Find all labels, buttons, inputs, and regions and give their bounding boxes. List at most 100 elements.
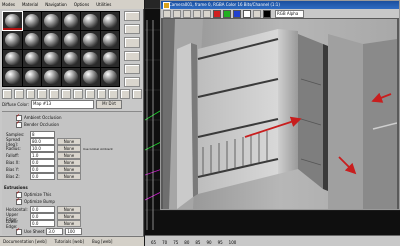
menu-utilities[interactable]: Utilities [96,2,111,7]
spread-map-button[interactable]: None [57,138,81,145]
sample-slot[interactable] [22,68,41,86]
sample-slot[interactable] [42,49,61,68]
documentation-link[interactable]: Documentation [web] [3,239,47,244]
checkbox-label: Bender Occlusion [24,122,60,127]
sample-slot[interactable] [3,68,22,86]
red-channel-toggle[interactable] [213,9,221,18]
show-map-icon[interactable] [96,89,107,99]
sample-slot[interactable] [22,49,41,68]
sample-slot[interactable] [61,30,80,49]
bias-x-map-button[interactable]: None [57,159,81,166]
material-id-icon[interactable] [84,89,95,99]
uv-tiling-icon[interactable] [124,50,140,61]
bias-x-spinner[interactable]: 0.0 [30,159,55,166]
background-swatch[interactable] [263,9,271,18]
blue-channel-toggle[interactable] [233,9,241,18]
menu-material[interactable]: Material [22,2,38,7]
falloff-spinner[interactable]: 1.0 [30,152,55,159]
sample-slot[interactable] [81,68,100,86]
radius-map-button[interactable]: None [57,145,81,152]
sample-slot[interactable] [100,49,119,68]
sample-slot[interactable] [22,30,41,49]
menu-modes[interactable]: Modes [2,2,15,7]
upper-edge-spinner[interactable]: 0.0 [30,213,55,220]
clone-icon[interactable] [183,9,191,18]
menu-options[interactable]: Options [74,2,89,7]
video-check-icon[interactable] [124,63,140,74]
put-to-scene-icon[interactable] [13,89,24,99]
print-icon[interactable] [193,9,201,18]
spinner-label: Falloff: [6,153,20,158]
timeline-tick: 75 [173,240,179,245]
go-forward-icon[interactable] [132,89,142,99]
sample-slot[interactable] [100,30,119,49]
sheet-value-spinner[interactable]: 3.0 [46,228,64,235]
get-material-icon[interactable] [2,89,12,99]
sample-slot[interactable] [81,49,100,68]
bias-z-map-button[interactable]: None [57,173,81,180]
upper-edge-map-button[interactable]: None [57,213,81,220]
use-sheet-checkbox[interactable] [16,227,22,235]
spinner-row: Spread [deg]: 80.0 None [6,137,146,147]
render-window-title[interactable]: Camera001, frame 0, RGBA Color 16 Bits/C… [161,1,399,9]
render-frame-window[interactable]: Camera001, frame 0, RGBA Color 16 Bits/C… [160,0,400,210]
backlight-icon[interactable] [124,24,140,35]
assign-material-icon[interactable] [25,89,36,99]
make-unique-icon[interactable] [61,89,71,99]
menu-navigation[interactable]: Navigation [45,2,67,7]
optimize-bump-checkbox[interactable] [16,197,22,205]
material-sphere [24,70,39,84]
samples-spinner[interactable]: 8 [30,131,55,138]
sample-slot[interactable] [100,12,119,30]
spread-spinner[interactable]: 80.0 [30,138,55,145]
show-end-result-icon[interactable] [108,89,119,99]
save-icon[interactable] [163,9,171,18]
sample-type-icon[interactable] [124,11,140,22]
sample-slot[interactable] [61,68,80,86]
sample-slot[interactable] [22,12,41,30]
copy-icon[interactable] [173,9,181,18]
timeline-tick: 95 [217,240,223,245]
make-copy-icon[interactable] [49,89,60,99]
checkbox-row: Optimize Bump [16,197,156,205]
map-name-field[interactable]: Map #13 [31,100,95,109]
radius-spinner[interactable]: 10.0 [30,145,55,152]
sample-slot[interactable] [61,12,80,30]
lower-edge-map-button[interactable]: None [57,220,81,227]
rendered-image [163,19,397,209]
monochrome-icon[interactable] [253,9,261,18]
bias-z-spinner[interactable]: 0.0 [30,173,55,180]
sample-slot[interactable] [100,68,119,86]
falloff-map-button[interactable]: None [57,152,81,159]
horizontal-map-button[interactable]: None [57,206,81,213]
sample-slot[interactable] [61,49,80,68]
background-icon[interactable] [124,37,140,48]
sheet-percent-spinner[interactable]: 100 [65,228,83,235]
alpha-channel-toggle[interactable] [243,9,251,18]
sample-slot[interactable] [2,11,23,31]
clear-icon[interactable] [203,9,211,18]
channel-dropdown[interactable]: RGB Alpha [275,9,304,18]
bias-y-map-button[interactable]: None [57,166,81,173]
bender-occlusion-checkbox[interactable] [16,120,22,128]
tutorials-link[interactable]: Tutorials [web] [55,239,84,244]
reset-map-icon[interactable] [37,89,48,99]
lower-edge-spinner[interactable]: 0.0 [30,220,55,227]
material-sphere [5,51,20,66]
sample-slot[interactable] [42,12,61,30]
horizontal-spinner[interactable]: 0.0 [30,206,55,213]
green-channel-toggle[interactable] [223,9,231,18]
bias-y-spinner[interactable]: 0.0 [30,166,55,173]
sample-slot[interactable] [3,49,22,68]
sample-slot[interactable] [42,30,61,49]
sample-slot[interactable] [81,12,100,30]
bug-link[interactable]: Bug [web] [92,239,112,244]
timeline-ruler[interactable]: 65 70 75 80 85 90 95 100 [145,235,400,246]
put-to-library-icon[interactable] [72,89,83,99]
sample-slot[interactable] [81,30,100,49]
sample-slot[interactable] [42,68,61,86]
map-type-button[interactable]: Mr Dirt [96,100,123,109]
options-icon[interactable] [124,76,140,88]
sample-slot[interactable] [3,30,22,49]
go-to-parent-icon[interactable] [120,89,131,99]
